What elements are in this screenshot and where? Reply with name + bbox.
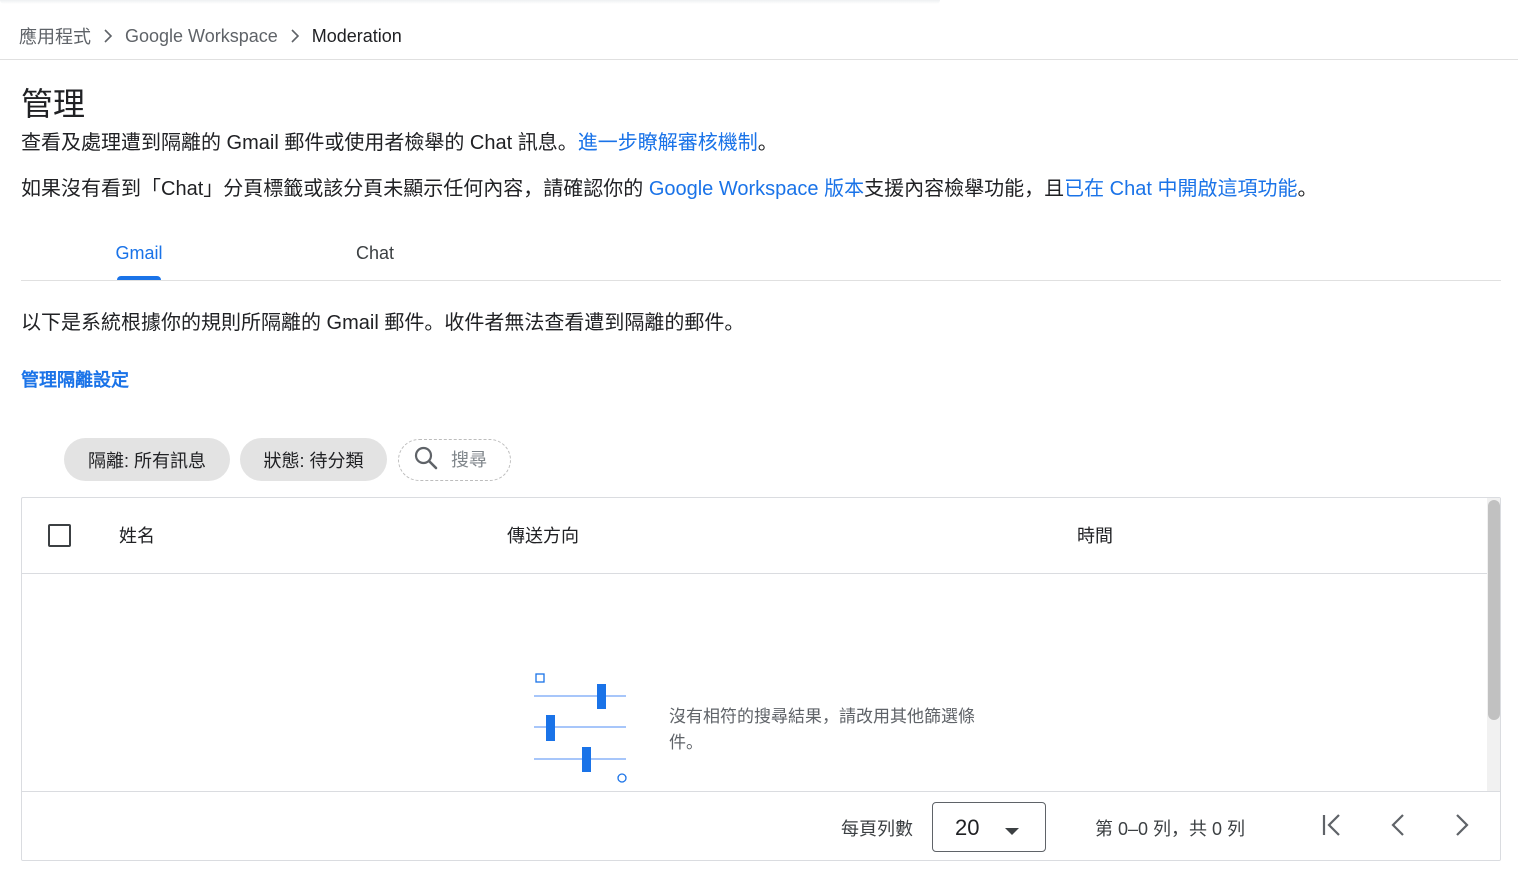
- divider: [0, 59, 1518, 60]
- rows-per-page-select[interactable]: 20: [932, 802, 1046, 852]
- first-page-icon: [1320, 812, 1344, 843]
- empty-state: [22, 574, 1488, 791]
- chevron-right-icon: [1454, 812, 1470, 843]
- breadcrumb-apps[interactable]: 應用程式: [19, 23, 91, 49]
- status-filter-chip[interactable]: 狀態: 待分類: [240, 438, 387, 481]
- results-table: 姓名 傳送方向 時間 沒有相符的搜尋結果，請改用其他篩選條件。 每頁列數 20 …: [21, 497, 1501, 861]
- tab-chat[interactable]: Chat: [323, 226, 427, 280]
- breadcrumb-google-workspace[interactable]: Google Workspace: [125, 26, 278, 47]
- chat-tab-notice: 如果沒有看到「Chat」分頁標籤或該分頁未顯示任何內容，請確認你的 Google…: [21, 176, 1317, 202]
- top-shadow: [0, 0, 940, 4]
- tab-bar: Gmail Chat: [21, 226, 1501, 281]
- empty-message: 沒有相符的搜尋結果，請改用其他篩選條件。: [669, 707, 975, 752]
- search-input[interactable]: [449, 448, 503, 472]
- search-icon: [413, 445, 439, 476]
- notice-text-2: 支援內容檢舉功能，且: [864, 178, 1065, 200]
- search-box[interactable]: [398, 439, 511, 481]
- scrollbar-thumb[interactable]: [1488, 500, 1500, 720]
- chat-enabled-link[interactable]: 已在 Chat 中開啟這項功能: [1064, 178, 1297, 200]
- notice-text-1: 如果沒有看到「Chat」分頁標籤或該分頁未顯示任何內容，請確認你的: [21, 178, 649, 200]
- page-title: 管理: [21, 86, 86, 122]
- pagination-range: 第 0–0 列，共 0 列: [1095, 819, 1246, 839]
- rows-per-page-label: 每頁列數: [841, 819, 913, 839]
- table-footer: 每頁列數 20 第 0–0 列，共 0 列: [22, 791, 1500, 860]
- rows-per-page-value: 20: [955, 815, 980, 840]
- learn-moderation-link[interactable]: 進一步瞭解審核機制: [578, 132, 758, 154]
- chevron-right-icon: [91, 26, 125, 46]
- chevron-left-icon: [1390, 812, 1406, 843]
- column-header-name[interactable]: 姓名: [119, 524, 155, 548]
- notice-end: 。: [1297, 178, 1318, 200]
- dropdown-arrow-icon: [1005, 823, 1019, 841]
- description-end: 。: [757, 132, 778, 154]
- quarantine-filter-chip[interactable]: 隔離: 所有訊息: [64, 438, 230, 481]
- chevron-right-icon: [278, 26, 312, 46]
- active-tab-indicator: [117, 276, 161, 280]
- gmail-section-description: 以下是系統根據你的規則所隔離的 Gmail 郵件。收件者無法查看遭到隔離的郵件。: [21, 312, 745, 334]
- manage-quarantine-link[interactable]: 管理隔離設定: [21, 368, 129, 392]
- first-page-button[interactable]: [1314, 809, 1350, 845]
- previous-page-button[interactable]: [1380, 809, 1416, 845]
- column-header-time[interactable]: 時間: [1077, 524, 1113, 548]
- page-description: 查看及處理遭到隔離的 Gmail 郵件或使用者檢舉的 Chat 訊息。進一步瞭解…: [21, 130, 778, 156]
- tab-gmail[interactable]: Gmail: [83, 226, 195, 280]
- select-all-checkbox[interactable]: [48, 524, 71, 547]
- column-header-direction[interactable]: 傳送方向: [507, 524, 579, 548]
- workspace-edition-link[interactable]: Google Workspace 版本: [649, 178, 864, 200]
- breadcrumb-current: Moderation: [311, 25, 402, 46]
- table-header: 姓名 傳送方向 時間: [22, 498, 1488, 574]
- next-page-button[interactable]: [1444, 809, 1480, 845]
- empty-illustration: [530, 669, 630, 789]
- description-text: 查看及處理遭到隔離的 Gmail 郵件或使用者檢舉的 Chat 訊息。: [21, 132, 578, 154]
- breadcrumb: 應用程式 Google Workspace Moderation: [19, 22, 402, 50]
